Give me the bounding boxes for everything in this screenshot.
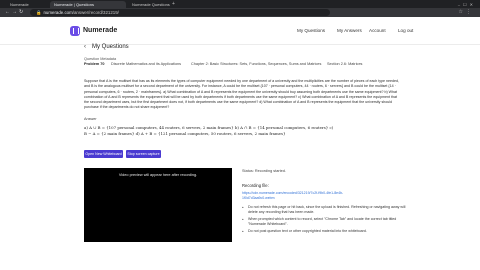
stop-capture-button[interactable]: Stop screen capture xyxy=(126,150,161,158)
recording-file-link[interactable]: https://cdn.numerade.com/encoded/321219/… xyxy=(242,191,362,200)
new-tab-icon[interactable]: + xyxy=(172,1,175,8)
instructions-list: Do not refresh this page or hit back, si… xyxy=(242,205,406,236)
recording-status: Status: Recording started. xyxy=(242,169,286,173)
browser-tab-1[interactable]: Numerade xyxy=(6,1,48,8)
nav-account[interactable]: Account xyxy=(369,28,386,34)
browser-menu-icons[interactable]: ☆⋮ xyxy=(459,8,474,17)
browser-toolbar: ←→↻ 🔒 numerade.com/answer/record/321219/ … xyxy=(0,8,480,17)
chapter-title: Chapter 2: Basic Structures: Sets, Funct… xyxy=(191,62,322,66)
answer-label: Answer xyxy=(84,117,97,121)
open-whiteboard-button[interactable]: Open New Whiteboard xyxy=(84,150,123,158)
chevron-left-icon[interactable]: ‹ xyxy=(84,43,86,51)
metadata-label: Question Metadata xyxy=(84,57,117,61)
problem-number: Problem 70 xyxy=(84,62,105,66)
section-title: Section 2.6: Matrices xyxy=(327,62,363,66)
site-logo-text[interactable]: Numerade xyxy=(83,26,117,36)
answer-line-2: B − A = {2 main frames} d) A + B = {121 … xyxy=(84,131,286,137)
answer-text: a) A ∪ B = {107 personal computers, 44 r… xyxy=(84,125,400,138)
problem-text: Suppose that A is the multiset that has … xyxy=(84,79,400,110)
nav-log-out[interactable]: Log out xyxy=(398,28,413,34)
nav-my-answers[interactable]: My Answers xyxy=(337,28,362,34)
lock-icon: 🔒 xyxy=(36,10,42,15)
browser-tab-3[interactable]: Numerade Questions xyxy=(128,1,170,8)
numerade-logo-icon[interactable] xyxy=(70,26,80,36)
address-bar[interactable]: 🔒 numerade.com/answer/record/321219/ xyxy=(30,9,330,16)
list-item: When prompted which content to record, s… xyxy=(242,217,406,227)
page-title: My Questions xyxy=(92,44,129,50)
site-header: Numerade My Questions My Answers Account… xyxy=(0,17,480,45)
metadata-row: Problem 70 Discrete Mathematics and its … xyxy=(84,62,404,68)
window-controls[interactable]: –☐✕ xyxy=(458,1,476,8)
url-domain: numerade.com xyxy=(43,10,73,15)
list-item: Do not refresh this page or hit back, si… xyxy=(242,205,406,215)
video-placeholder-text: Video preview will appear here after rec… xyxy=(118,173,198,177)
book-title: Discrete Mathematics and its Application… xyxy=(111,62,182,66)
browser-tab-strip: Numerade Numerade | Questions Numerade Q… xyxy=(0,0,480,8)
browser-nav-icons[interactable]: ←→↻ xyxy=(5,8,25,17)
recording-file-title: Recording file: xyxy=(242,183,269,188)
url-path: /answer/record/321219/ xyxy=(72,10,119,15)
browser-tab-active[interactable]: Numerade | Questions xyxy=(50,1,126,8)
list-item: Do not post question text or other copyr… xyxy=(242,229,406,234)
nav-my-questions[interactable]: My Questions xyxy=(297,28,325,34)
video-preview: Video preview will appear here after rec… xyxy=(84,168,232,242)
